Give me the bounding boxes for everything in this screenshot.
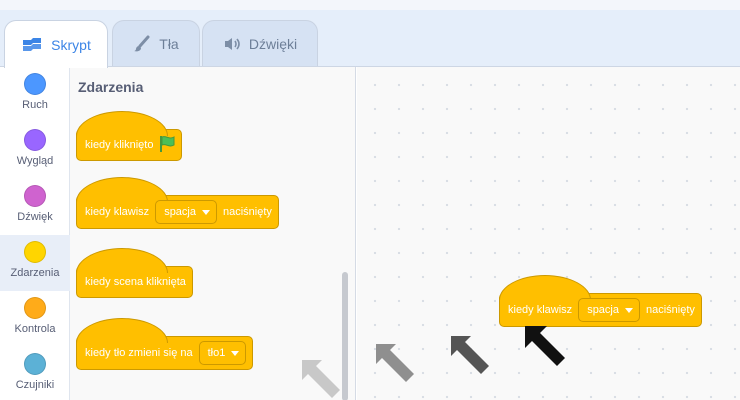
category-dot [24,241,46,263]
category-label: Czujniki [15,379,55,391]
tab-sounds-label: Dźwięki [248,35,298,52]
when-key-pressed-block[interactable]: kiedy klawisz spacja naciśnięty [76,177,279,229]
tab-sounds[interactable]: Dźwięki [202,20,318,66]
brush-icon [133,35,151,53]
dropdown-value: spacja [164,206,196,218]
chevron-down-icon [231,350,240,356]
category-motion[interactable]: Ruch [0,67,70,123]
category-dot [24,129,46,151]
dropdown-value: spacja [587,304,619,316]
when-stage-clicked-block[interactable]: kiedy scena kliknięta [76,248,193,298]
tab-script[interactable]: Skrypt [4,20,108,68]
when-backdrop-switches-block[interactable]: kiedy tło zmieni się na tło1 [76,318,254,370]
chevron-down-icon [624,307,633,313]
arrow-icon [376,344,414,382]
block-palette: Zdarzenia kiedy kliknięto kiedy klawisz … [70,67,356,400]
arrow-icon [302,360,340,398]
code-icon [21,37,43,53]
category-dot [24,353,46,375]
block-text: kiedy klawisz [85,206,150,218]
category-label: Kontrola [14,323,56,335]
category-dot [24,73,46,95]
speaker-icon [223,36,241,52]
when-flag-clicked-block[interactable]: kiedy kliknięto [76,111,183,161]
tab-backdrops[interactable]: Tła [112,20,200,66]
category-label: Zdarzenia [10,267,60,279]
arrow-icon [451,336,489,374]
category-sound[interactable]: Dźwięk [0,179,70,235]
category-events[interactable]: Zdarzenia [0,235,70,291]
block-text: naciśnięty [645,304,695,316]
tab-backdrops-label: Tła [159,35,179,52]
category-label: Dźwięk [17,211,53,223]
block-text: naciśnięty [222,206,272,218]
category-dot [24,185,46,207]
category-label: Wygląd [16,155,54,167]
dropdown-value: tło1 [207,347,226,359]
palette-title: Zdarzenia [78,79,144,95]
block-text: kiedy kliknięto [85,139,154,151]
key-dropdown[interactable]: spacja [578,298,640,322]
block-text: kiedy tło zmieni się na [85,347,193,359]
category-looks[interactable]: Wygląd [0,123,70,179]
chevron-down-icon [201,209,210,215]
category-label: Ruch [22,99,48,111]
category-dot [24,297,46,319]
green-flag-icon [159,135,175,156]
block-text: kiedy scena kliknięta [85,276,186,288]
top-strip [0,0,740,10]
key-dropdown[interactable]: spacja [155,200,217,224]
block-text: kiedy klawisz [508,304,573,316]
cursor-arrow-icon [525,326,565,366]
category-sensing[interactable]: Czujniki [0,347,70,400]
editor-frame: Ruch Wygląd Dźwięk Zdarzenia Kontrola Cz… [0,66,740,400]
category-menu: Ruch Wygląd Dźwięk Zdarzenia Kontrola Cz… [0,67,70,400]
tab-script-label: Skrypt [51,36,91,53]
category-control[interactable]: Kontrola [0,291,70,347]
backdrop-dropdown[interactable]: tło1 [198,341,247,365]
